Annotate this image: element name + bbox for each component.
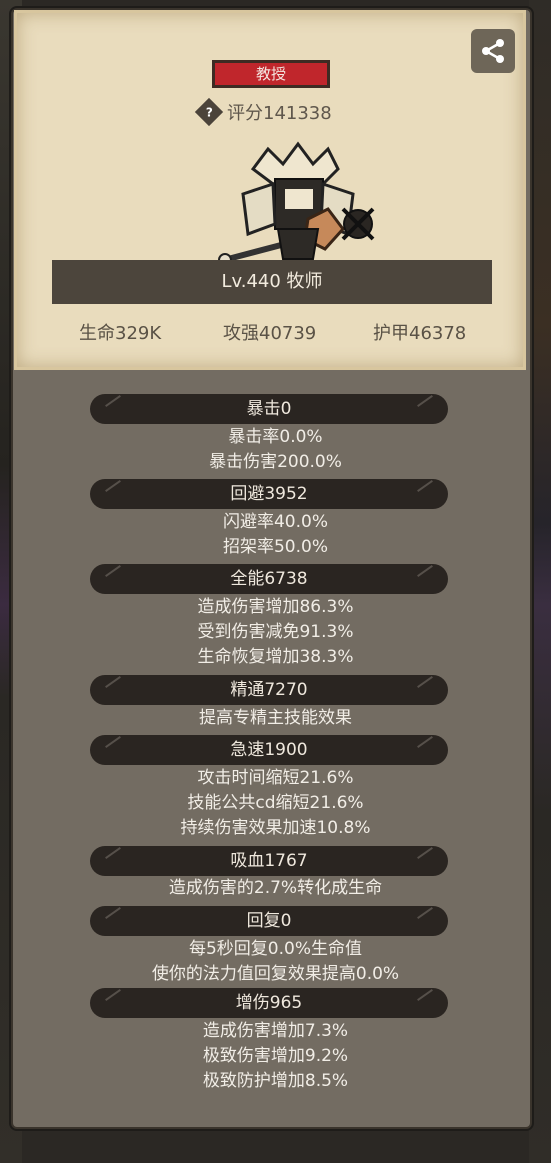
- section-header-crit: 暴击0: [90, 394, 448, 424]
- section-line: 造成伤害增加7.3%: [202, 1021, 349, 1041]
- section-line: 招架率50.0%: [222, 537, 328, 557]
- section-header-damage-bonus: 增伤965: [90, 988, 448, 1018]
- attack-stat: 攻强40739: [223, 323, 317, 344]
- section-header-mastery: 精通7270: [90, 675, 448, 705]
- section-header-leech: 吸血1767: [90, 846, 448, 876]
- section-line: 暴击伤害200.0%: [209, 452, 342, 472]
- background-right-edge: [529, 0, 551, 1163]
- section-line: 暴击率0.0%: [228, 427, 323, 447]
- section-line: 提高专精主技能效果: [199, 708, 352, 728]
- armor-stat: 护甲46378: [373, 323, 467, 344]
- section-line: 持续伤害效果加速10.8%: [180, 818, 371, 838]
- score-value: 评分141338: [227, 103, 332, 124]
- level-class-bar: Lv.440 牧师: [52, 260, 492, 304]
- section-line: 每5秒回复0.0%生命值: [188, 939, 362, 959]
- section-line: 闪避率40.0%: [222, 512, 328, 532]
- section-header-versatility: 全能6738: [90, 564, 448, 594]
- section-line: 技能公共cd缩短21.6%: [187, 793, 364, 813]
- title-badge: 教授: [212, 60, 330, 88]
- section-line: 极致伤害增加9.2%: [202, 1046, 349, 1066]
- section-header-avoidance: 回避3952: [90, 479, 448, 509]
- section-line: 造成伤害增加86.3%: [197, 597, 354, 617]
- section-header-recovery: 回复0: [90, 906, 448, 936]
- character-card: 教授 ? 评分141338 Lv.440 牧师 生命329K 攻强40739 护…: [14, 10, 526, 370]
- character-avatar: [218, 141, 375, 267]
- help-icon[interactable]: ?: [194, 97, 224, 127]
- hp-stat: 生命329K: [79, 323, 162, 344]
- section-line: 使你的法力值回复效果提高0.0%: [151, 964, 400, 984]
- share-button[interactable]: [471, 29, 515, 73]
- share-icon: [482, 39, 504, 63]
- section-line: 造成伤害的2.7%转化成生命: [168, 878, 383, 898]
- section-line: 极致防护增加8.5%: [202, 1071, 349, 1091]
- section-header-haste: 急速1900: [90, 735, 448, 765]
- score-row: ? 评分141338: [194, 97, 332, 127]
- section-line: 攻击时间缩短21.6%: [197, 768, 354, 788]
- section-line: 生命恢复增加38.3%: [197, 647, 354, 667]
- section-line: 受到伤害减免91.3%: [197, 622, 354, 642]
- core-stats: 生命329K 攻强40739 护甲46378: [17, 319, 523, 345]
